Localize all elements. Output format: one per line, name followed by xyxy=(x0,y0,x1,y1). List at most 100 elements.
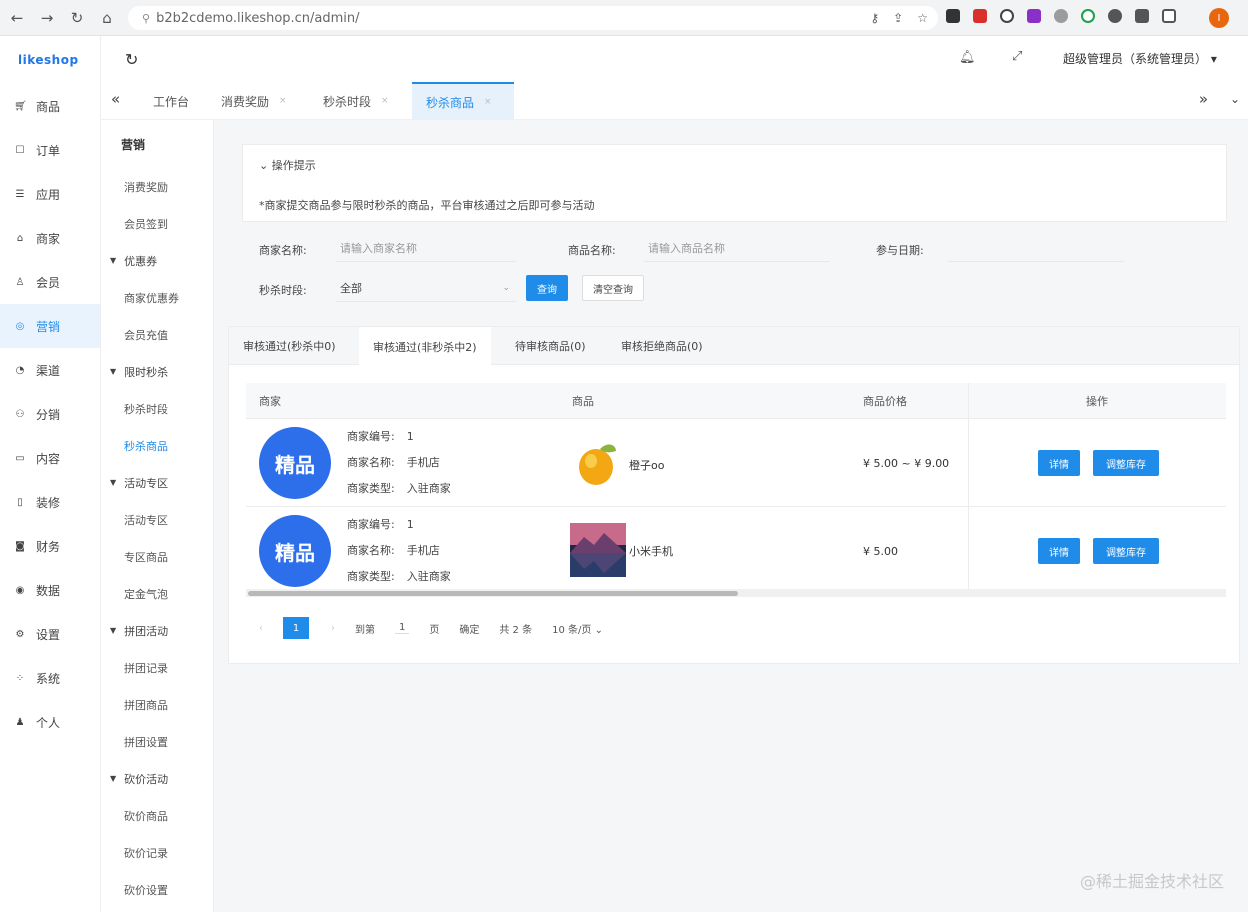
sidebar-item-channel[interactable]: ◔ 渠道 xyxy=(0,348,100,392)
close-icon[interactable]: × xyxy=(484,97,492,107)
goto-input[interactable]: 1 xyxy=(395,622,410,634)
detail-button[interactable]: 详情 xyxy=(1038,450,1080,476)
date-picker[interactable] xyxy=(948,234,1124,262)
extension-icon[interactable] xyxy=(1027,9,1041,23)
submenu-group[interactable]: ▼ 砍价活动 xyxy=(101,760,213,797)
submenu-item[interactable]: 拼团设置 xyxy=(101,723,213,760)
detail-button[interactable]: 详情 xyxy=(1038,538,1080,564)
reload-icon[interactable]: ↻ xyxy=(64,5,90,31)
extension-icon[interactable] xyxy=(1108,9,1122,23)
sidebar-item-marketing[interactable]: ◎ 营销 xyxy=(0,304,100,348)
submenu-group[interactable]: ▼ 限时秒杀 xyxy=(101,353,213,390)
tab-seckill-period[interactable]: 秒杀时段 × xyxy=(309,82,403,120)
prev-page-icon[interactable]: ‹ xyxy=(259,623,263,634)
tabs-scroll-right-icon[interactable]: » xyxy=(1199,90,1208,108)
header-shop: 商家 xyxy=(259,394,281,408)
submenu-item[interactable]: 商家优惠券 xyxy=(101,279,213,316)
tab-workbench[interactable]: 工作台 xyxy=(139,82,203,120)
horizontal-scrollbar[interactable] xyxy=(246,589,1226,597)
logo: likeshop xyxy=(18,53,79,67)
fullscreen-icon[interactable]: ⤢ xyxy=(1012,49,1022,64)
submenu-group[interactable]: ▼ 活动专区 xyxy=(101,464,213,501)
extension-icon[interactable] xyxy=(973,9,987,23)
key-icon[interactable]: ⚷ xyxy=(870,11,879,25)
period-select[interactable]: 全部 ⌄ xyxy=(336,274,516,302)
sidebar-item-decoration[interactable]: ▯ 装修 xyxy=(0,480,100,524)
tabs-scroll-left-icon[interactable]: « xyxy=(111,90,120,108)
extension-icon[interactable] xyxy=(1000,9,1014,23)
tips-header[interactable]: ⌄ 操作提示 xyxy=(259,157,316,173)
caret-down-icon: ▾ xyxy=(1210,52,1217,66)
sidebar-item-person[interactable]: ♟ 个人 xyxy=(0,700,100,744)
home-icon[interactable]: ⌂ xyxy=(94,5,120,31)
submenu-item[interactable]: 秒杀时段 xyxy=(101,390,213,427)
submenu-item[interactable]: 秒杀商品 xyxy=(101,427,213,464)
submenu-item[interactable]: 拼团商品 xyxy=(101,686,213,723)
query-button[interactable]: 查询 xyxy=(526,275,568,301)
tab-rejected[interactable]: 审核拒绝商品(0) xyxy=(607,327,717,365)
submenu-item[interactable]: 砍价商品 xyxy=(101,797,213,834)
close-icon[interactable]: × xyxy=(381,96,389,106)
sidebar-item-system[interactable]: ⁘ 系统 xyxy=(0,656,100,700)
submenu-label: 拼团商品 xyxy=(124,698,168,712)
period-value: 全部 xyxy=(340,281,362,295)
refresh-icon[interactable]: ↻ xyxy=(125,50,138,69)
tabs-dropdown-icon[interactable]: ⌄ xyxy=(1230,92,1240,106)
extension-icon[interactable] xyxy=(1054,9,1068,23)
goto-confirm-button[interactable]: 确定 xyxy=(459,621,479,636)
sidebar-item-content[interactable]: ▭ 内容 xyxy=(0,436,100,480)
submenu-item[interactable]: 砍价记录 xyxy=(101,834,213,871)
extension-icon[interactable] xyxy=(946,9,960,23)
reset-button[interactable]: 清空查询 xyxy=(582,275,644,301)
tab-consume-reward[interactable]: 消费奖励 × xyxy=(207,82,301,120)
shop-name-input[interactable]: 请输入商家名称 xyxy=(336,234,516,262)
extension-icon[interactable] xyxy=(1081,9,1095,23)
submenu-item[interactable]: 砍价设置 xyxy=(101,871,213,908)
submenu-item[interactable]: 定金气泡 xyxy=(101,575,213,612)
scrollbar-thumb[interactable] xyxy=(248,591,738,596)
bell-icon[interactable]: 🔔︎ xyxy=(959,50,976,65)
goods-name-input[interactable]: 请输入商品名称 xyxy=(644,234,830,262)
tab-approved-inactive[interactable]: 审核通过(非秒杀中2) xyxy=(359,327,491,366)
user-menu[interactable]: 超级管理员（系统管理员） ▾ xyxy=(1063,50,1217,67)
sidebar-item-distribution[interactable]: ⚇ 分销 xyxy=(0,392,100,436)
sidebar-item-finance[interactable]: ◙ 财务 xyxy=(0,524,100,568)
shop-no-value: 1 xyxy=(406,430,414,443)
next-page-icon[interactable]: › xyxy=(331,623,335,634)
submenu-item[interactable]: 活动专区 xyxy=(101,501,213,538)
sidebar-item-order[interactable]: ☐ 订单 xyxy=(0,128,100,172)
tab-seckill-goods[interactable]: 秒杀商品 × xyxy=(412,82,514,120)
submenu-item[interactable]: 拼团记录 xyxy=(101,649,213,686)
address-bar[interactable]: ⚲ b2b2cdemo.likeshop.cn/admin/ ⚷ ⇪ ☆ xyxy=(128,6,938,30)
close-icon[interactable]: × xyxy=(279,96,287,106)
sidebar-item-cart[interactable]: 🛒︎ 商品 xyxy=(0,84,100,128)
page-current[interactable]: 1 xyxy=(283,617,309,639)
sidebar-item-shop[interactable]: ⌂ 商家 xyxy=(0,216,100,260)
tab-pending[interactable]: 待审核商品(0) xyxy=(501,327,600,365)
tab-approved-active[interactable]: 审核通过(秒杀中0) xyxy=(229,327,350,365)
forward-icon[interactable]: → xyxy=(34,5,60,31)
site-info-icon[interactable]: ⚲ xyxy=(142,12,150,25)
adjust-stock-button[interactable]: 调整库存 xyxy=(1093,450,1159,476)
share-icon[interactable]: ⇪ xyxy=(893,11,903,25)
sidebar-item-settings[interactable]: ⚙ 设置 xyxy=(0,612,100,656)
sidebar-item-apps[interactable]: ☰ 应用 xyxy=(0,172,100,216)
submenu-label: 拼团设置 xyxy=(124,735,168,749)
submenu-item[interactable]: 消费奖励 xyxy=(101,168,213,205)
sidebar-item-user[interactable]: ♙ 会员 xyxy=(0,260,100,304)
adjust-stock-button[interactable]: 调整库存 xyxy=(1093,538,1159,564)
back-icon[interactable]: ← xyxy=(4,5,30,31)
star-icon[interactable]: ☆ xyxy=(917,11,928,25)
submenu-group[interactable]: ▼ 拼团活动 xyxy=(101,612,213,649)
page-size-select[interactable]: 10 条/页 ⌄ xyxy=(552,621,603,636)
submenu-item[interactable]: 专区商品 xyxy=(101,538,213,575)
sidebar-item-data[interactable]: ◉ 数据 xyxy=(0,568,100,612)
submenu-item[interactable]: 会员充值 xyxy=(101,316,213,353)
submenu-group[interactable]: ▼ 优惠券 xyxy=(101,242,213,279)
submenu-item[interactable]: 会员签到 xyxy=(101,205,213,242)
sidebar-icon[interactable] xyxy=(1162,9,1176,23)
profile-avatar[interactable]: I xyxy=(1209,8,1229,28)
puzzle-icon[interactable] xyxy=(1135,9,1149,23)
column-divider xyxy=(968,383,969,418)
sidebar-item-label: 内容 xyxy=(36,451,61,466)
